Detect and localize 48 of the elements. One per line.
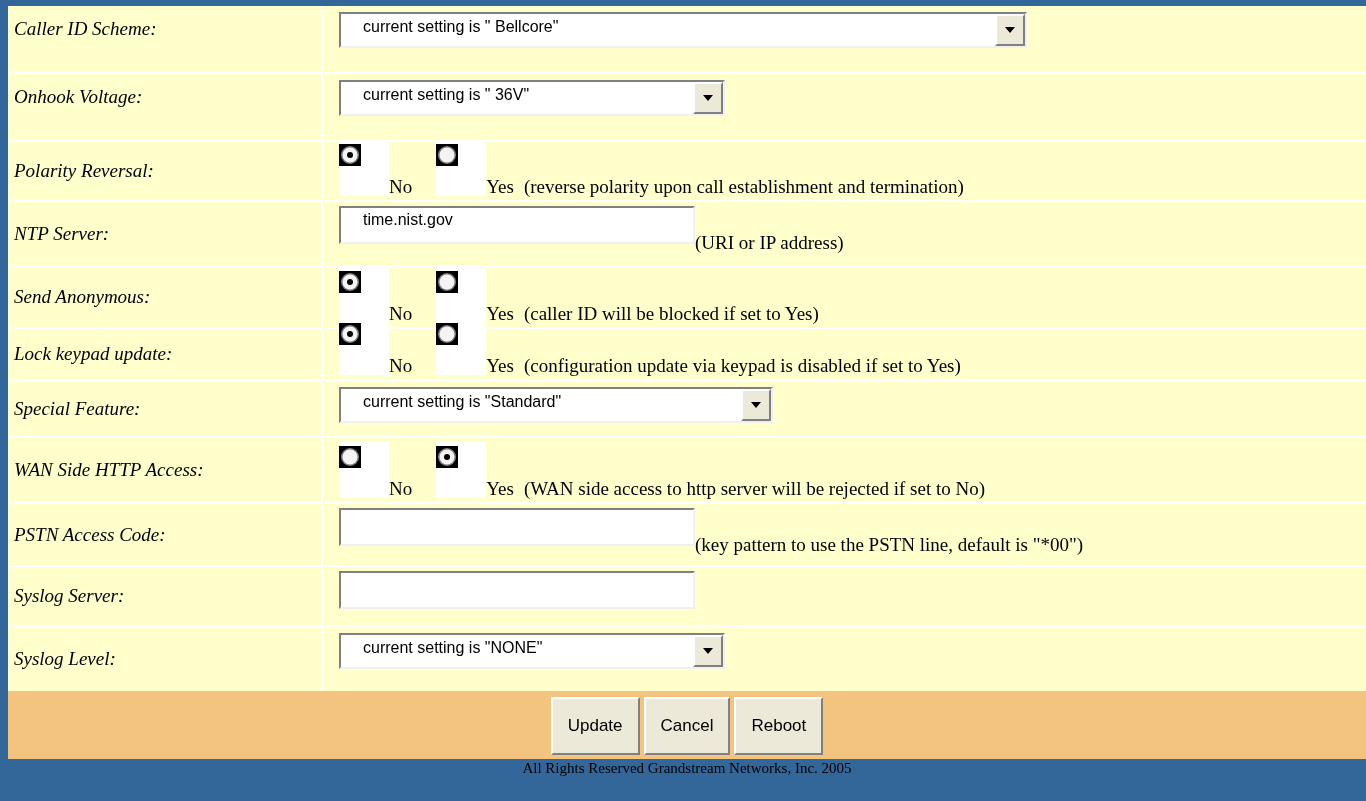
field-label: Special Feature: [14,397,141,420]
option-label: No [389,479,413,498]
field-label: Syslog Level: [14,648,116,670]
action-button[interactable]: Update [550,697,640,755]
radio-button[interactable] [436,271,459,293]
field-label: Send Anonymous: [14,286,151,308]
hint-text: (caller ID will be blocked if set to Yes) [523,304,819,323]
field-label: Caller ID Scheme: [14,18,157,40]
caret-icon [1005,27,1015,33]
option-label: Yes [486,177,514,196]
field-label: NTP Server: [14,222,110,245]
field-label: Syslog Server: [14,585,125,607]
hint-text: (WAN side access to http server will be rejected if set to No) [523,479,985,498]
action-button[interactable]: Cancel [643,697,731,755]
field-label: Onhook Voltage: [14,86,143,108]
radio-button[interactable] [436,323,459,345]
input-field[interactable] [339,508,695,546]
input-field[interactable] [339,571,695,609]
radio-button[interactable] [339,323,361,345]
option-label: No [389,177,413,196]
radio-button[interactable] [436,446,459,468]
option-label: Yes [486,479,514,498]
dropdown[interactable]: current setting is " Bellcore" [339,12,1027,48]
input-field[interactable]: time.nist.gov [339,206,695,244]
field-label: PSTN Access Code: [14,523,166,546]
caret-icon [703,648,713,654]
field-label: Lock keypad update: [14,343,173,365]
field-label: Polarity Reversal: [14,160,154,182]
option-label: Yes [486,304,514,323]
dropdown[interactable]: current setting is " 36V" [339,80,725,116]
caret-icon [751,402,761,408]
hint-text: (key pattern to use the PSTN line, default is "*00") [695,535,1084,554]
hint-text: (URI or IP address) [695,233,844,252]
action-button[interactable]: Reboot [734,697,824,755]
option-label: No [389,356,413,375]
dropdown[interactable]: current setting is "Standard" [339,387,773,423]
option-label: Yes [486,356,514,375]
option-label: No [389,304,413,323]
field-label: WAN Side HTTP Access: [14,459,204,481]
radio-button[interactable] [436,144,459,166]
hint-text: (configuration update via keypad is disabled if set to Yes) [523,356,961,375]
dropdown[interactable]: current setting is "NONE" [339,633,725,669]
caret-icon [703,95,713,101]
radio-button[interactable] [339,144,361,166]
copyright-text: All Rights Reserved Grandstream Networks, Inc. 2005 [522,760,852,776]
hint-text: (reverse polarity upon call establishment and termination) [523,177,964,196]
radio-button[interactable] [339,446,361,468]
radio-button[interactable] [339,271,361,293]
